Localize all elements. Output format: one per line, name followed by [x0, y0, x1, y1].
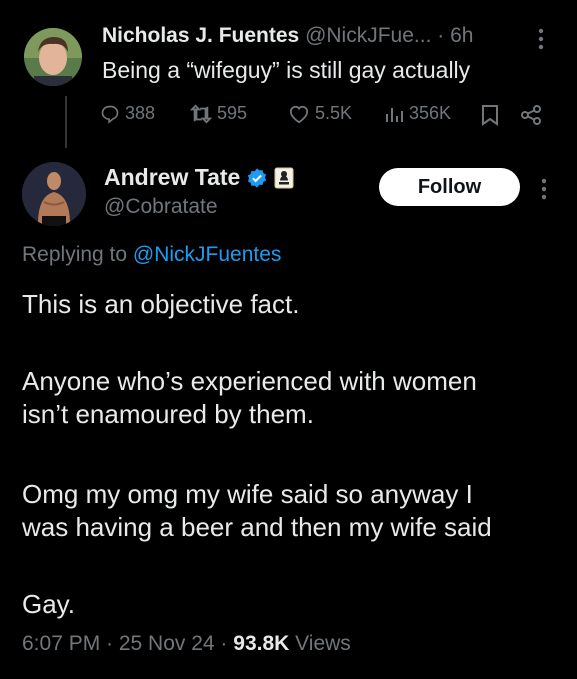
bookmark-icon[interactable] — [481, 104, 499, 131]
thread-connector-line — [65, 96, 67, 148]
parent-avatar[interactable] — [24, 28, 82, 86]
tweet-views-count: 93.8K — [233, 632, 290, 655]
affiliate-badge-icon — [274, 167, 294, 188]
verified-badge-icon — [248, 167, 267, 188]
analytics-icon — [386, 107, 403, 122]
parent-display-name[interactable]: Nicholas J. Fuentes — [102, 24, 299, 47]
retweet-button[interactable]: 595 — [190, 103, 247, 124]
like-button[interactable]: 5.5K — [288, 103, 352, 124]
tweet-paragraph-3: Omg my omg my wife said so anyway I was … — [22, 479, 492, 542]
parent-time[interactable]: · 6h — [437, 24, 473, 47]
main-avatar[interactable] — [22, 162, 86, 226]
reply-icon — [101, 105, 119, 124]
replying-to-link[interactable]: @NickJFuentes — [133, 243, 282, 266]
reply-button[interactable]: 388 — [100, 103, 155, 124]
follow-button[interactable]: Follow — [379, 168, 520, 206]
share-icon[interactable] — [520, 104, 542, 131]
retweet-icon — [190, 104, 212, 123]
views-count: 356K — [409, 103, 452, 123]
tweet-paragraph-4: Gay. — [22, 589, 75, 619]
parent-tweet-text: Being a “wifeguy” is still gay actually — [102, 57, 471, 83]
main-handle[interactable]: @Cobratate — [104, 195, 218, 219]
tweet-paragraph-2: Anyone who’s experienced with women isn’… — [22, 366, 477, 429]
main-display-name[interactable]: Andrew Tate — [104, 164, 240, 191]
tweet-paragraph-1: This is an objective fact. — [22, 289, 300, 319]
tweet-views-label: Views — [295, 632, 351, 655]
reply-count: 388 — [125, 103, 156, 123]
like-count: 5.5K — [315, 103, 353, 123]
tweet-timestamp[interactable]: 6:07 PM · 25 Nov 24 · — [22, 632, 233, 655]
views-button[interactable]: 356K — [384, 103, 451, 124]
parent-handle[interactable]: @NickJFue... — [305, 24, 431, 47]
heart-icon — [289, 105, 309, 123]
main-more-icon[interactable] — [541, 177, 547, 206]
retweet-count: 595 — [217, 103, 248, 123]
replying-prefix: Replying to — [22, 243, 128, 266]
parent-more-icon[interactable] — [538, 27, 544, 56]
